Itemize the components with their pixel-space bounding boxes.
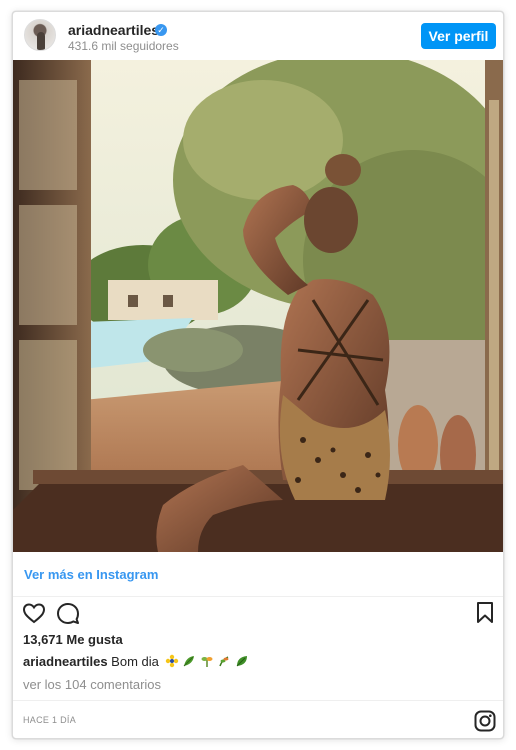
post-header: ariadneartiles ✓ 431.6 mil seguidores Ve… <box>13 12 503 60</box>
avatar[interactable] <box>24 19 56 51</box>
post-timestamp: HACE 1 DÍA <box>23 715 77 725</box>
post-photo[interactable] <box>13 60 503 552</box>
caption-text: Bom dia <box>111 654 159 669</box>
like-count: 13,671 Me gusta <box>23 632 123 647</box>
view-profile-button[interactable]: Ver perfil <box>421 23 496 49</box>
view-more-link[interactable]: Ver más en Instagram <box>24 567 158 582</box>
follower-count: 431.6 mil seguidores <box>68 39 179 53</box>
view-more-on-instagram: Ver más en Instagram <box>13 552 503 597</box>
comment-icon[interactable] <box>56 601 80 625</box>
instagram-icon[interactable] <box>474 710 496 732</box>
caption: ariadneartiles Bom dia <box>23 654 249 669</box>
action-bar <box>13 597 503 631</box>
leaf-emoji <box>236 656 247 667</box>
bookmark-icon[interactable] <box>475 601 495 625</box>
heart-icon[interactable] <box>22 601 46 625</box>
leaves-emoji <box>183 656 195 667</box>
view-comments-link[interactable]: ver los 104 comentarios <box>23 677 161 692</box>
post-footer: HACE 1 DÍA <box>13 700 503 738</box>
sparkle-flower-emoji <box>165 654 178 668</box>
caption-username[interactable]: ariadneartiles <box>23 654 108 669</box>
herb-emoji <box>219 656 229 667</box>
instagram-embed-card: ariadneartiles ✓ 431.6 mil seguidores Ve… <box>12 11 504 739</box>
verified-badge-icon: ✓ <box>155 24 167 36</box>
username[interactable]: ariadneartiles <box>68 22 159 38</box>
seedling-emoji <box>201 657 213 667</box>
